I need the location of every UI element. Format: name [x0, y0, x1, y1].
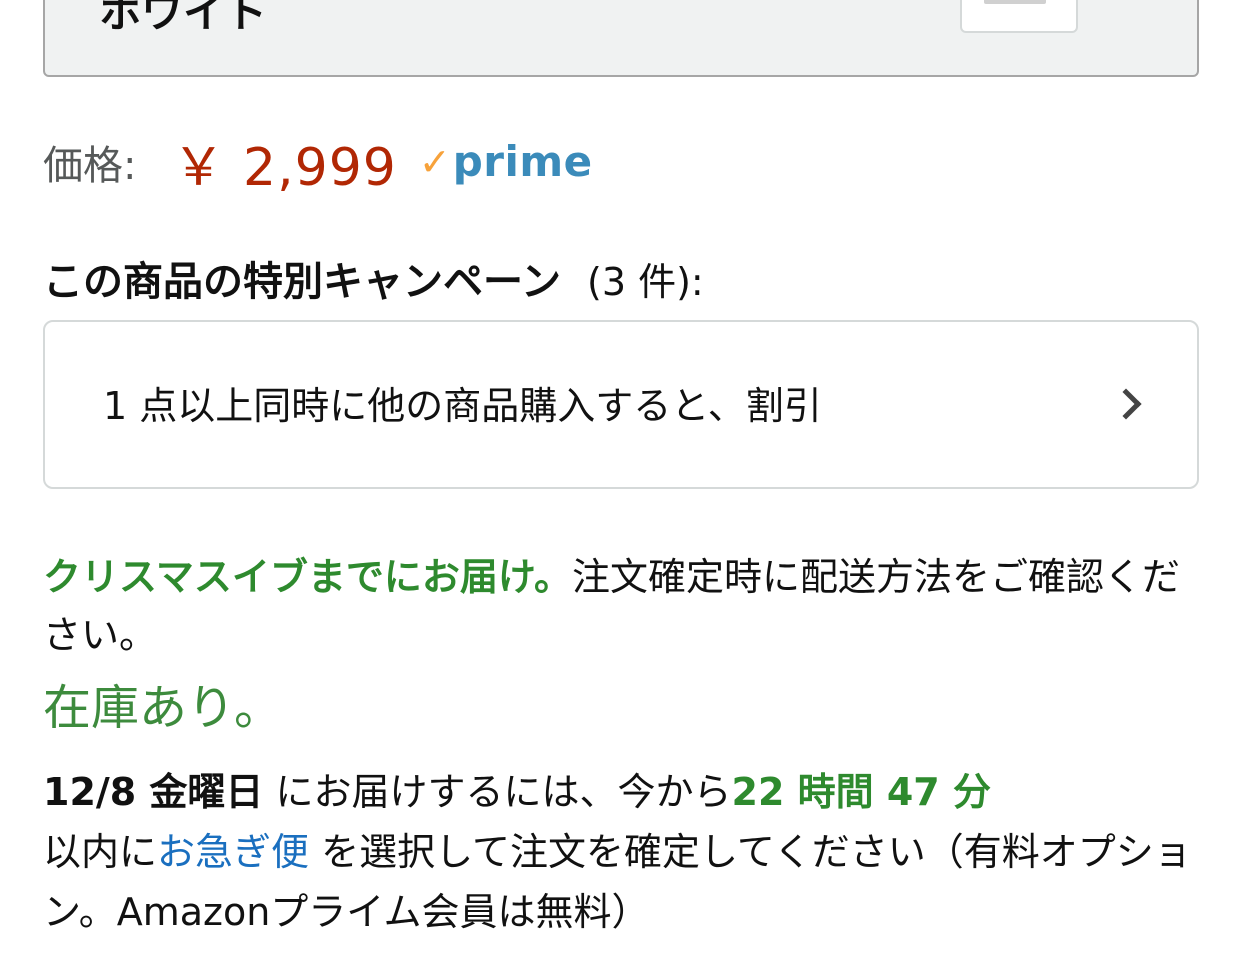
price-value: ￥ 2,999 — [172, 137, 397, 198]
delivery-date: 12/8 金曜日 — [43, 770, 264, 814]
campaign-item[interactable]: 1 点以上同時に他の商品購入すると、割引 — [43, 320, 1199, 489]
stock-status: 在庫あり。 — [43, 680, 283, 736]
variant-label: ホワイト — [99, 0, 268, 37]
chevron-right-icon — [1110, 388, 1142, 420]
prime-check-icon: ✓ — [418, 140, 451, 184]
price-label: 価格: — [43, 143, 137, 189]
express-delivery-link[interactable]: お急ぎ便 — [157, 830, 309, 874]
delivery-info: 12/8 金曜日 にお届けするには、今から22 時間 47 分以内にお急ぎ便 を… — [43, 762, 1213, 942]
delivery-text-2: 以内に — [43, 830, 158, 874]
campaign-title: この商品の特別キャンペーン — [43, 259, 561, 305]
variant-selector[interactable]: ホワイト — [43, 0, 1199, 77]
delivery-highlight: クリスマスイブまでにお届け。 — [43, 555, 572, 599]
variant-swatch[interactable] — [960, 0, 1078, 33]
campaign-item-text: 1 点以上同時に他の商品購入すると、割引 — [103, 384, 822, 428]
campaign-count: (3 件): — [587, 259, 704, 304]
price-row: 価格: ￥ 2,999 ✓ prime — [43, 132, 593, 198]
delivery-text-1: にお届けするには、今から — [263, 770, 732, 814]
campaign-heading: この商品の特別キャンペーン (3 件): — [43, 252, 704, 305]
delivery-note: クリスマスイブまでにお届け。注文確定時に配送方法をご確認ください。 — [43, 548, 1203, 664]
prime-logo-text: prime — [452, 137, 593, 186]
delivery-countdown: 22 時間 47 分 — [731, 770, 991, 814]
prime-badge: ✓ prime — [419, 141, 593, 183]
